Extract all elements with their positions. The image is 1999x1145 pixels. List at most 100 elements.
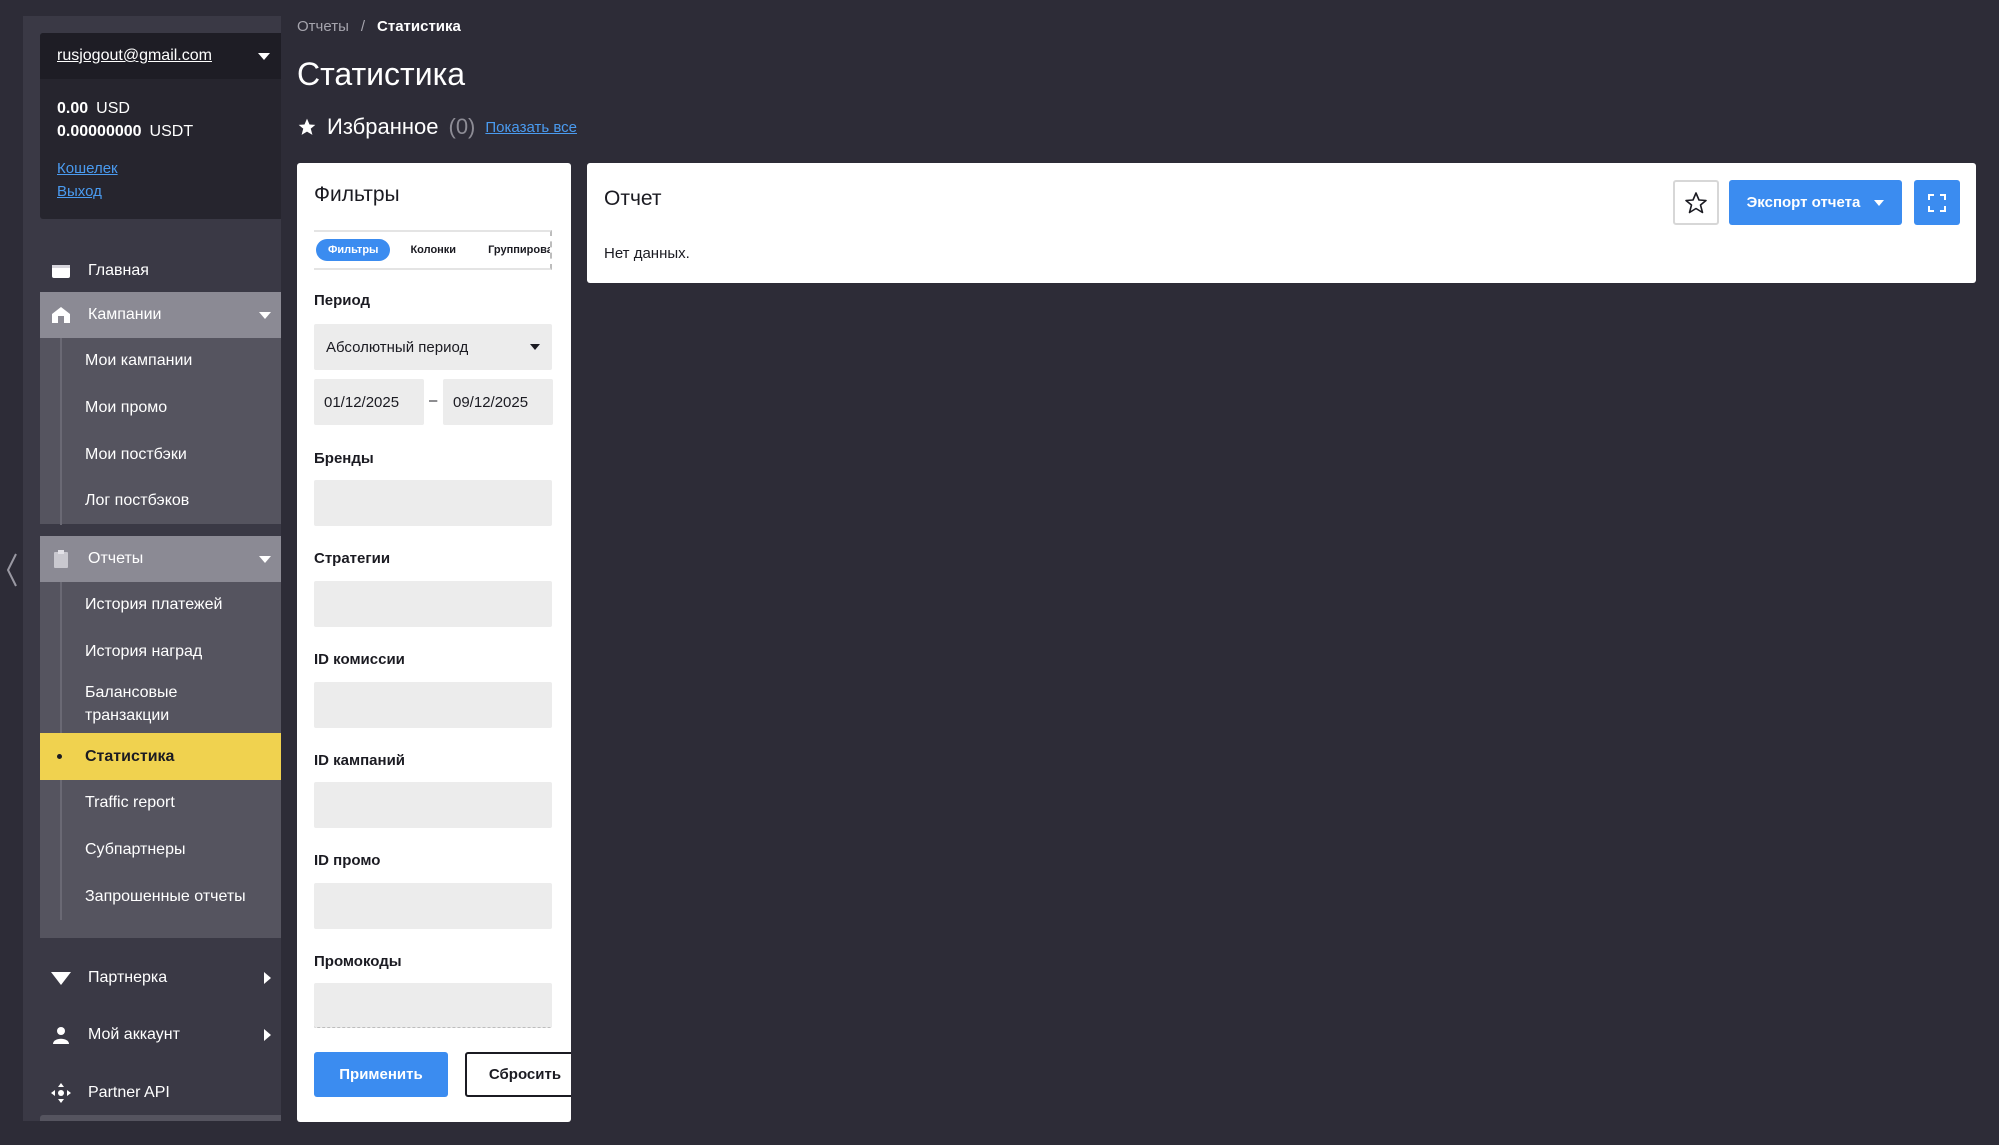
chevron-right-icon — [264, 1029, 271, 1041]
nav-campaigns[interactable]: Кампании — [40, 292, 281, 338]
nav-partner-api-label: Partner API — [88, 1084, 170, 1101]
promocodes-input[interactable] — [314, 983, 552, 1028]
favorites-count: (0) — [448, 114, 476, 139]
report-title: Отчет — [604, 187, 662, 210]
promocodes-label: Промокоды — [314, 953, 402, 970]
campaign-id-input[interactable] — [314, 782, 552, 828]
chevron-down-icon — [259, 555, 271, 563]
sidebar-item-requested-reports[interactable]: Запрошенные отчеты — [60, 873, 281, 921]
favorites-bar: Избранное (0) Показать все — [297, 114, 577, 140]
sidebar-item-traffic-report[interactable]: Traffic report — [60, 780, 281, 827]
date-from-input[interactable]: 01/12/2025 — [314, 379, 424, 425]
balance-usdt: 0.00000000 USDT — [57, 120, 270, 143]
promo-id-label: ID промо — [314, 852, 381, 869]
reset-button[interactable]: Сбросить — [465, 1052, 571, 1097]
logout-link[interactable]: Выход — [57, 180, 270, 203]
balance-currency: USD — [96, 100, 130, 117]
date-to-input[interactable]: 09/12/2025 — [443, 379, 553, 425]
sidebar-item-my-postbacks[interactable]: Мои постбэки — [60, 431, 281, 479]
balance-currency: USDT — [149, 123, 194, 140]
commission-id-input[interactable] — [314, 682, 552, 728]
tab-grouping[interactable]: Группировать — [476, 239, 550, 261]
reports-submenu: История платежей История наград Балансов… — [40, 582, 281, 938]
nav-reports-label: Отчеты — [88, 550, 144, 567]
sidebar-collapse-handle[interactable] — [6, 552, 18, 588]
chevron-down-icon — [530, 344, 540, 350]
period-select[interactable]: Абсолютный период — [314, 324, 552, 370]
campaign-id-label: ID кампаний — [314, 752, 406, 769]
page-title: Статистика — [297, 56, 466, 92]
wallet-link[interactable]: Кошелек — [57, 157, 270, 180]
api-icon — [50, 1082, 72, 1104]
chevron-down-icon — [1874, 199, 1885, 206]
report-panel: Отчет Нет данных. Экспорт отчета — [587, 163, 1976, 283]
chevron-right-icon — [264, 972, 271, 984]
breadcrumb-current: Статистика — [377, 18, 461, 35]
chevron-left-icon — [6, 553, 17, 587]
report-empty-state: Нет данных. — [604, 245, 690, 262]
sidebar-item-payment-history[interactable]: История платежей — [60, 582, 281, 629]
nav-my-account-label: Мой аккаунт — [88, 1026, 180, 1043]
nav-my-account[interactable]: Мой аккаунт — [40, 1012, 281, 1058]
breadcrumb: Отчеты / Статистика — [297, 18, 461, 35]
account-links: Кошелек Выход — [40, 143, 281, 203]
date-range-separator: – — [429, 392, 438, 409]
account-email[interactable]: rusjogout@gmail.com — [57, 47, 212, 65]
apply-button[interactable]: Применить — [314, 1052, 448, 1097]
user-icon — [50, 1024, 72, 1046]
account-dropdown[interactable]: rusjogout@gmail.com — [40, 33, 281, 79]
campaigns-icon — [50, 304, 72, 326]
strategies-input[interactable] — [314, 581, 552, 627]
breadcrumb-parent[interactable]: Отчеты — [297, 18, 349, 35]
export-report-label: Экспорт отчета — [1746, 194, 1861, 211]
home-icon — [50, 260, 72, 282]
sidebar-item-my-promo[interactable]: Мои промо — [60, 384, 281, 432]
chevron-down-icon — [259, 311, 271, 319]
filters-tabs: Фильтры Колонки Группировать — [314, 230, 552, 270]
show-all-link[interactable]: Показать все — [485, 119, 577, 136]
star-icon — [1685, 191, 1707, 213]
active-dot — [57, 754, 62, 760]
nav-partner-api[interactable]: Partner API — [40, 1070, 281, 1116]
sidebar-item-postback-log[interactable]: Лог постбэков — [60, 478, 281, 525]
sidebar-item-statistics[interactable]: Статистика — [40, 733, 281, 781]
chevron-down-icon — [258, 52, 270, 60]
promo-id-input[interactable] — [314, 883, 552, 929]
nav-campaigns-label: Кампании — [88, 306, 162, 323]
balance-amount: 0.00 — [57, 100, 89, 117]
fullscreen-button[interactable] — [1914, 180, 1960, 225]
nav-reports[interactable]: Отчеты — [40, 536, 281, 582]
brands-input[interactable] — [314, 480, 552, 526]
balance-usd: 0.00 USD — [57, 97, 270, 120]
nav-home-label: Главная — [88, 262, 149, 279]
period-select-value: Абсолютный период — [326, 338, 469, 356]
sidebar: rusjogout@gmail.com 0.00 USD 0.00000000 US… — [23, 16, 281, 1121]
sidebar-item-subpartners[interactable]: Субпартнеры — [60, 826, 281, 874]
star-icon — [298, 118, 316, 135]
filters-title: Фильтры — [314, 183, 400, 206]
tab-filters[interactable]: Фильтры — [316, 239, 391, 261]
sidebar-item-label: Балансовые транзакции — [85, 684, 178, 725]
sidebar-item-balance-transactions[interactable]: Балансовые транзакции — [60, 675, 281, 734]
partner-icon — [50, 967, 72, 989]
account-card: rusjogout@gmail.com 0.00 USD 0.00000000 US… — [40, 33, 281, 219]
nav-partner[interactable]: Партнерка — [40, 955, 281, 1001]
clipboard-icon — [50, 548, 72, 570]
add-favorite-button[interactable] — [1673, 180, 1719, 225]
sidebar-item-reward-history[interactable]: История наград — [60, 628, 281, 676]
favorites-label: Избранное — [327, 114, 439, 139]
sidebar-overflow-item — [40, 1115, 281, 1121]
balance-amount: 0.00000000 — [57, 123, 142, 140]
sidebar-item-my-campaigns[interactable]: Мои кампании — [60, 338, 281, 385]
filters-panel: Фильтры Фильтры Колонки Группировать Пер… — [297, 163, 571, 1122]
nav-home[interactable]: Главная — [40, 248, 281, 294]
balance-list: 0.00 USD 0.00000000 USDT — [40, 79, 281, 143]
nav-partner-label: Партнерка — [88, 969, 168, 986]
export-report-button[interactable]: Экспорт отчета — [1729, 180, 1902, 225]
breadcrumb-separator: / — [360, 18, 366, 35]
campaigns-submenu: Мои кампании Мои промо Мои постбэки Лог … — [40, 338, 281, 525]
sidebar-item-label: Статистика — [85, 747, 175, 765]
expand-icon — [1928, 193, 1946, 212]
tab-columns[interactable]: Колонки — [398, 239, 468, 261]
brands-label: Бренды — [314, 450, 374, 467]
